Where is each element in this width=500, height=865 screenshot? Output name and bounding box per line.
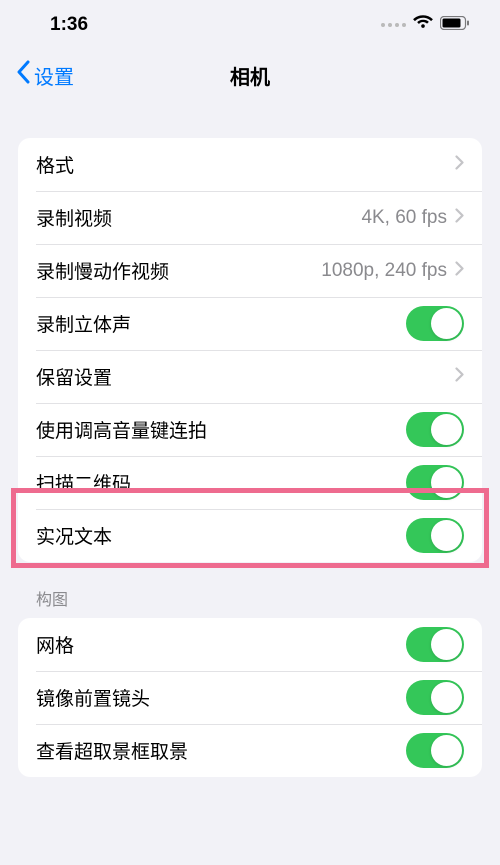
status-time: 1:36 [50, 14, 88, 36]
row-label: 镜像前置镜头 [36, 684, 406, 711]
nav-bar: 设置 相机 [0, 50, 500, 100]
row-label: 实况文本 [36, 522, 406, 549]
settings-group-1: 格式 录制视频 4K, 60 fps 录制慢动作视频 1080p, 240 fp… [18, 138, 482, 562]
chevron-right-icon [455, 208, 464, 228]
back-label: 设置 [34, 61, 74, 90]
row-formats[interactable]: 格式 [18, 138, 482, 191]
row-label: 格式 [36, 151, 455, 178]
row-value: 1080p, 240 fps [321, 260, 447, 282]
toggle-stereo-sound[interactable] [406, 306, 464, 341]
chevron-right-icon [455, 367, 464, 387]
row-label: 录制立体声 [36, 310, 406, 337]
row-scan-qr: 扫描二维码 [18, 456, 482, 509]
back-button[interactable]: 设置 [16, 60, 74, 90]
chevron-right-icon [455, 155, 464, 175]
wifi-icon [413, 15, 433, 35]
row-record-video[interactable]: 录制视频 4K, 60 fps [18, 191, 482, 244]
content: 格式 录制视频 4K, 60 fps 录制慢动作视频 1080p, 240 fp… [0, 100, 500, 777]
row-label: 查看超取景框取景 [36, 737, 406, 764]
row-live-text: 实况文本 [18, 509, 482, 562]
row-label: 使用调高音量键连拍 [36, 416, 406, 443]
status-bar: 1:36 [0, 0, 500, 50]
row-label: 网格 [36, 631, 406, 658]
row-grid: 网格 [18, 618, 482, 671]
row-label: 录制慢动作视频 [36, 257, 321, 284]
row-stereo-sound: 录制立体声 [18, 297, 482, 350]
toggle-view-outside-frame[interactable] [406, 733, 464, 768]
signal-dots-icon [381, 23, 406, 27]
row-record-slomo[interactable]: 录制慢动作视频 1080p, 240 fps [18, 244, 482, 297]
row-value: 4K, 60 fps [361, 207, 447, 229]
row-label: 保留设置 [36, 363, 455, 390]
row-view-outside-frame: 查看超取景框取景 [18, 724, 482, 777]
row-preserve-settings[interactable]: 保留设置 [18, 350, 482, 403]
page-title: 相机 [230, 61, 270, 90]
row-label: 扫描二维码 [36, 469, 406, 496]
toggle-live-text[interactable] [406, 518, 464, 553]
row-mirror-front: 镜像前置镜头 [18, 671, 482, 724]
status-icons [381, 15, 470, 35]
row-label: 录制视频 [36, 204, 361, 231]
toggle-volume-burst[interactable] [406, 412, 464, 447]
toggle-grid[interactable] [406, 627, 464, 662]
toggle-scan-qr[interactable] [406, 465, 464, 500]
battery-icon [440, 16, 470, 35]
row-volume-burst: 使用调高音量键连拍 [18, 403, 482, 456]
toggle-mirror-front[interactable] [406, 680, 464, 715]
chevron-left-icon [16, 60, 30, 90]
settings-group-2: 网格 镜像前置镜头 查看超取景框取景 [18, 618, 482, 777]
chevron-right-icon [455, 261, 464, 281]
section-header-composition: 构图 [0, 562, 500, 618]
